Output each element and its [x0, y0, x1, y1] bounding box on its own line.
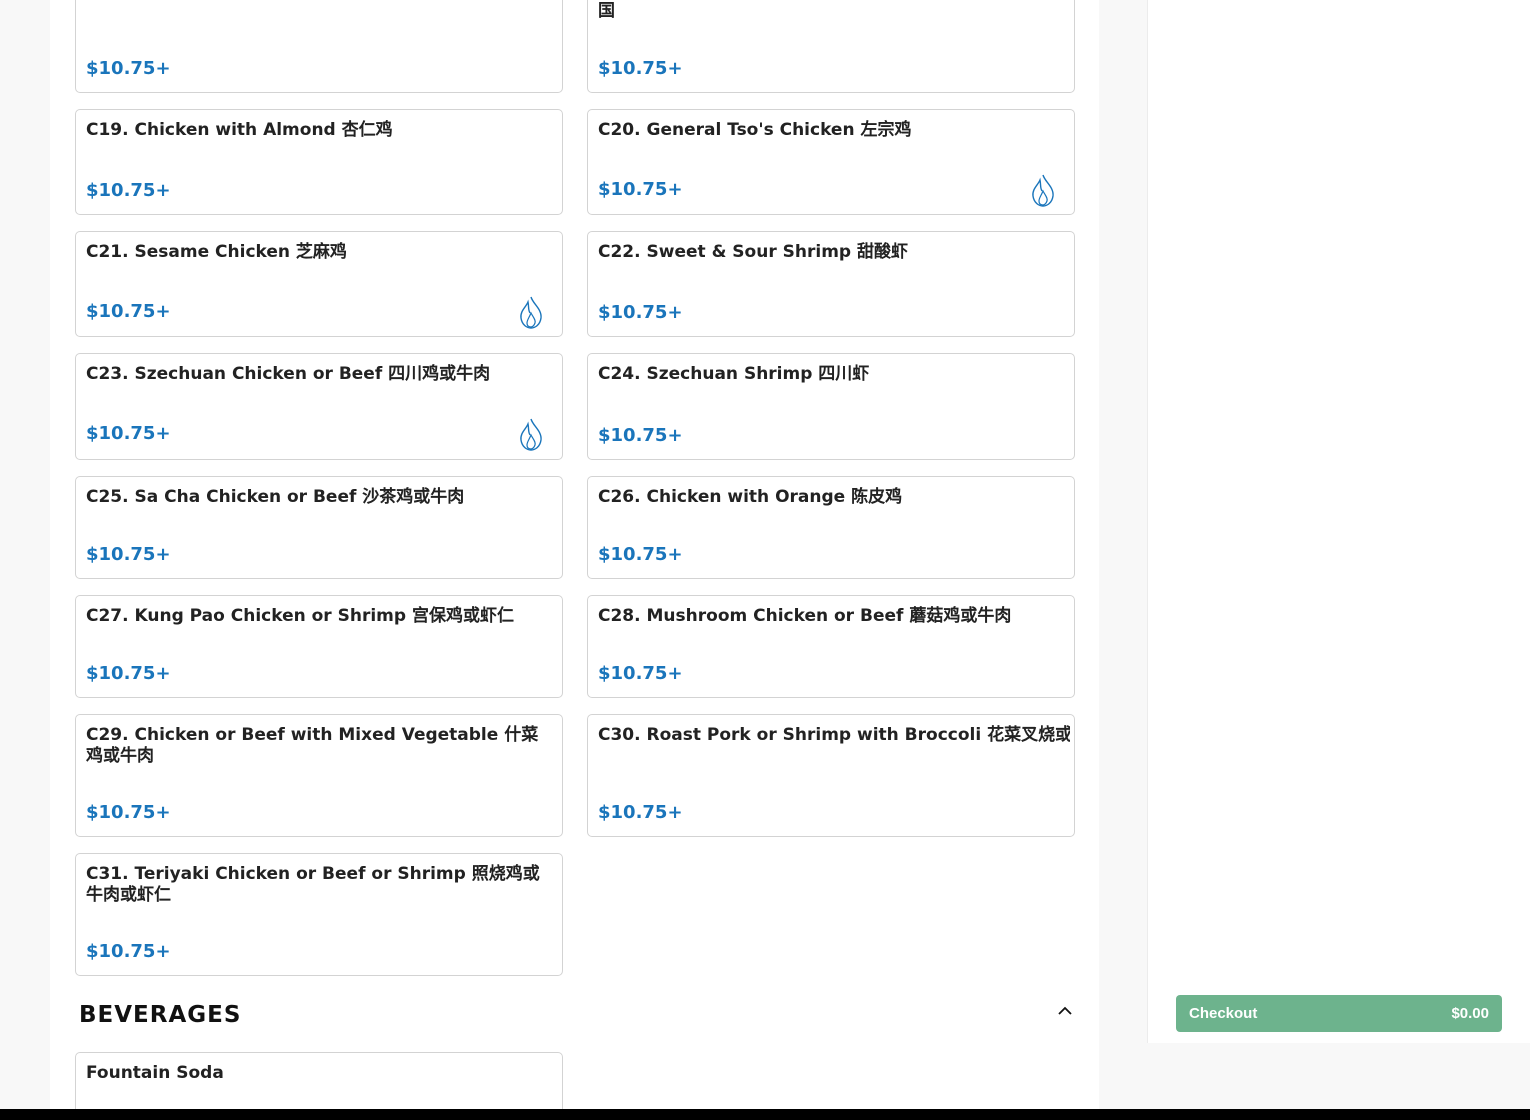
flame-icon [1032, 174, 1054, 207]
page: $10.75+ 国 $10.75+ C19. Chicken with Almo… [0, 0, 1530, 1120]
menu-item-name: C21. Sesame Chicken 芝麻鸡 [86, 242, 347, 262]
menu-item-price: $10.75+ [598, 58, 683, 79]
menu-item-name: Fountain Soda [86, 1063, 224, 1083]
cart-sidebar [1147, 0, 1530, 1043]
menu-item-name: C25. Sa Cha Chicken or Beef 沙茶鸡或牛肉 [86, 487, 465, 507]
checkout-label: Checkout [1189, 1005, 1258, 1022]
menu-item-card[interactable]: C25. Sa Cha Chicken or Beef 沙茶鸡或牛肉 $10.7… [75, 476, 563, 579]
menu-item-price: $10.75+ [86, 423, 171, 444]
menu-item-card[interactable]: C19. Chicken with Almond 杏仁鸡 $10.75+ [75, 109, 563, 215]
menu-item-price: $10.75+ [86, 802, 171, 823]
menu-item-card[interactable]: C24. Szechuan Shrimp 四川虾 $10.75+ [587, 353, 1075, 460]
menu-item-name: 国 [598, 1, 615, 21]
menu-item-name: C22. Sweet & Sour Shrimp 甜酸虾 [598, 242, 908, 262]
menu-item-price: $10.75+ [86, 180, 171, 201]
menu-item-price: $10.75+ [598, 663, 683, 684]
menu-item-card[interactable]: C31. Teriyaki Chicken or Beef or Shrimp … [75, 853, 563, 976]
menu-item-card[interactable]: C28. Mushroom Chicken or Beef 蘑菇鸡或牛肉 $10… [587, 595, 1075, 698]
menu-item-card[interactable]: C30. Roast Pork or Shrimp with Broccoli … [587, 714, 1075, 837]
menu-item-card[interactable]: 国 $10.75+ [587, 0, 1075, 93]
flame-icon [520, 296, 542, 329]
menu-item-card[interactable]: C27. Kung Pao Chicken or Shrimp 宫保鸡或虾仁 $… [75, 595, 563, 698]
section-title-beverages: BEVERAGES [79, 1002, 242, 1028]
menu-item-price: $10.75+ [598, 302, 683, 323]
menu-item-price: $10.75+ [598, 425, 683, 446]
menu-item-card[interactable]: C21. Sesame Chicken 芝麻鸡 $10.75+ [75, 231, 563, 337]
menu-item-name: C30. Roast Pork or Shrimp with Broccoli … [598, 725, 1070, 745]
menu-item-name: C29. Chicken or Beef with Mixed Vegetabl… [86, 725, 539, 766]
menu-item-price: $10.75+ [598, 802, 683, 823]
menu-item-name: C28. Mushroom Chicken or Beef 蘑菇鸡或牛肉 [598, 606, 1012, 626]
menu-item-name: C20. General Tso's Chicken 左宗鸡 [598, 120, 912, 140]
menu-item-price: $10.75+ [86, 58, 171, 79]
menu-item-price: $10.75+ [598, 544, 683, 565]
menu-item-price: $10.75+ [598, 179, 683, 200]
menu-item-name: C24. Szechuan Shrimp 四川虾 [598, 364, 870, 384]
menu-item-name: C19. Chicken with Almond 杏仁鸡 [86, 120, 393, 140]
menu-item-card[interactable]: C23. Szechuan Chicken or Beef 四川鸡或牛肉 $10… [75, 353, 563, 460]
menu-item-card[interactable]: C20. General Tso's Chicken 左宗鸡 $10.75+ [587, 109, 1075, 215]
menu-item-card[interactable]: C26. Chicken with Orange 陈皮鸡 $10.75+ [587, 476, 1075, 579]
menu-item-card[interactable]: C29. Chicken or Beef with Mixed Vegetabl… [75, 714, 563, 837]
menu-item-name: C27. Kung Pao Chicken or Shrimp 宫保鸡或虾仁 [86, 606, 514, 626]
menu-item-card[interactable]: C22. Sweet & Sour Shrimp 甜酸虾 $10.75+ [587, 231, 1075, 337]
cart-total: $0.00 [1451, 1005, 1489, 1022]
menu-item-name: C23. Szechuan Chicken or Beef 四川鸡或牛肉 [86, 364, 491, 384]
chevron-up-icon[interactable] [1055, 1000, 1075, 1020]
checkout-button[interactable]: Checkout $0.00 [1176, 995, 1502, 1032]
menu-item-name: C31. Teriyaki Chicken or Beef or Shrimp … [86, 864, 540, 905]
menu-item-price: $10.75+ [86, 301, 171, 322]
menu-item-price: $10.75+ [86, 941, 171, 962]
flame-icon [520, 418, 542, 451]
menu-item-price: $10.75+ [86, 544, 171, 565]
menu-item-price: $10.75+ [86, 663, 171, 684]
menu-item-card[interactable]: $10.75+ [75, 0, 563, 93]
bottom-bar [0, 1109, 1530, 1120]
menu-item-name: C26. Chicken with Orange 陈皮鸡 [598, 487, 903, 507]
